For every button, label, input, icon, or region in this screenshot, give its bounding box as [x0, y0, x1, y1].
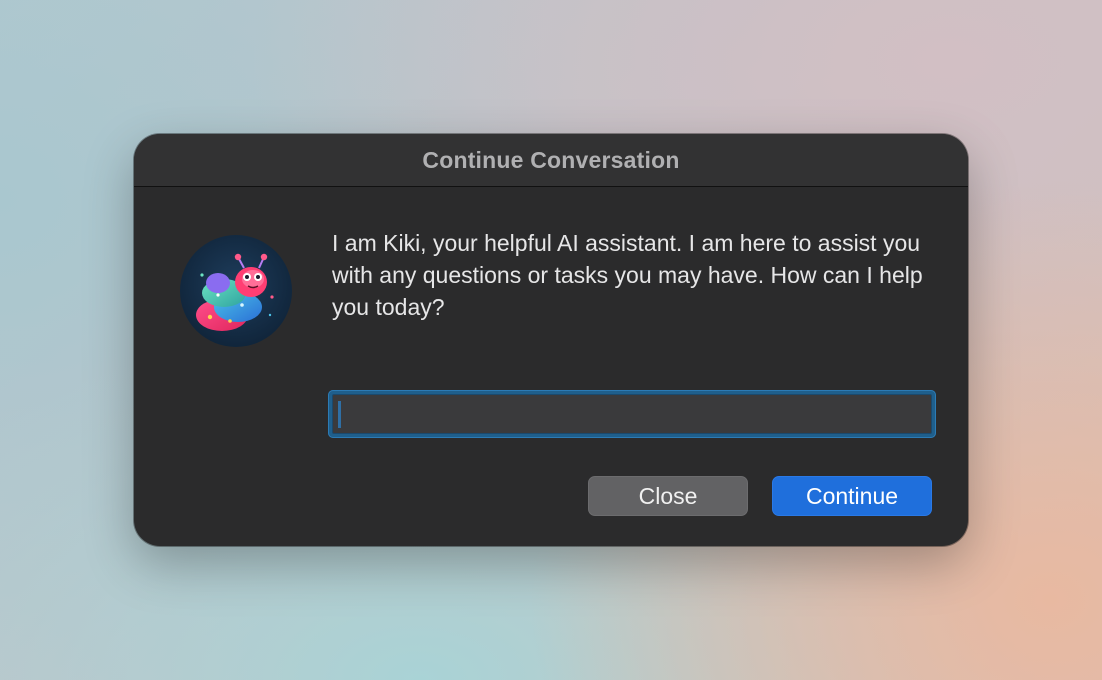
continue-conversation-dialog: Continue Conversation I am Kiki, your he…: [134, 134, 968, 546]
continue-button[interactable]: Continue: [772, 476, 932, 516]
kiki-avatar-icon: [180, 235, 292, 347]
reply-input[interactable]: [332, 394, 932, 434]
text-caret: [338, 401, 341, 428]
dialog-titlebar: Continue Conversation: [134, 134, 968, 187]
dialog-title: Continue Conversation: [422, 146, 680, 173]
assistant-message: I am Kiki, your helpful AI assistant. I …: [332, 230, 923, 320]
close-button[interactable]: Close: [588, 476, 748, 516]
reply-input-container: [328, 390, 936, 438]
